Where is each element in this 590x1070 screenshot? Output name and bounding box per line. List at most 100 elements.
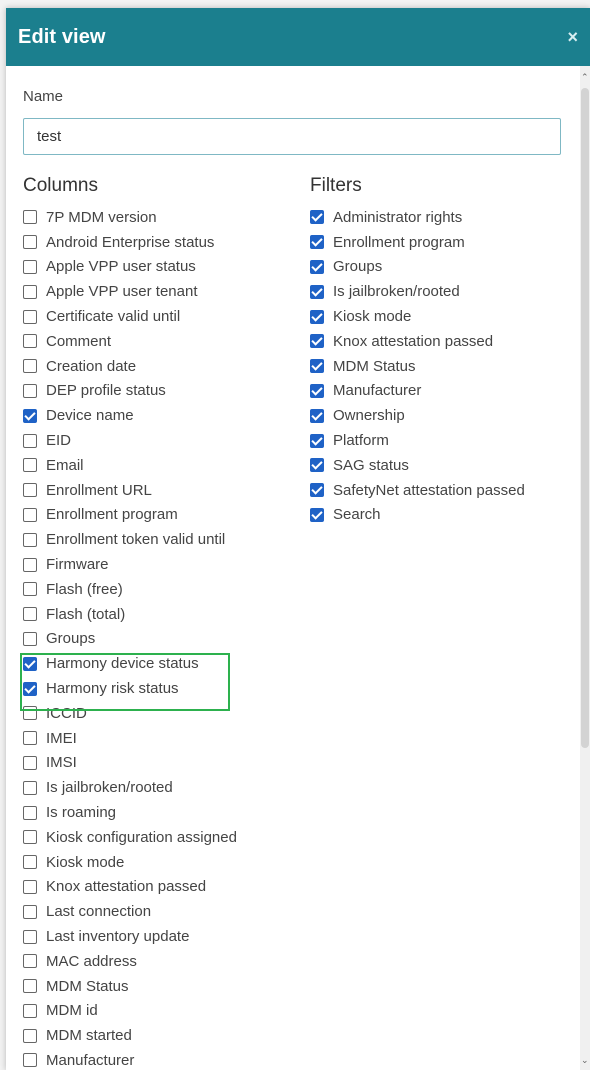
checkbox-unchecked-icon[interactable] [23,210,37,225]
checkbox-unchecked-icon[interactable] [23,582,37,597]
column-item[interactable]: Enrollment URL [23,478,310,503]
column-item[interactable]: EID [23,428,310,453]
checkbox-unchecked-icon[interactable] [23,780,37,795]
scroll-thumb[interactable] [581,88,589,748]
checkbox-checked-icon[interactable] [310,507,324,522]
checkbox-unchecked-icon[interactable] [23,855,37,870]
column-item[interactable]: MDM Status [23,974,310,999]
column-item[interactable]: Kiosk mode [23,850,310,875]
checkbox-unchecked-icon[interactable] [23,383,37,398]
filter-item[interactable]: Administrator rights [310,205,580,230]
checkbox-unchecked-icon[interactable] [23,235,37,250]
scroll-down-icon[interactable]: ⌄ [581,1055,589,1066]
checkbox-checked-icon[interactable] [310,483,324,498]
scroll-up-icon[interactable]: ⌃ [581,72,589,83]
column-item[interactable]: Email [23,453,310,478]
checkbox-checked-icon[interactable] [310,210,324,225]
column-item[interactable]: Last connection [23,899,310,924]
column-item[interactable]: Last inventory update [23,924,310,949]
checkbox-unchecked-icon[interactable] [23,631,37,646]
checkbox-unchecked-icon[interactable] [23,458,37,473]
column-item[interactable]: MAC address [23,949,310,974]
checkbox-unchecked-icon[interactable] [23,284,37,299]
checkbox-checked-icon[interactable] [310,433,324,448]
column-item[interactable]: IMEI [23,726,310,751]
column-item[interactable]: Apple VPP user tenant [23,279,310,304]
column-item[interactable]: Is jailbroken/rooted [23,775,310,800]
column-item[interactable]: Certificate valid until [23,304,310,329]
filter-item[interactable]: Kiosk mode [310,304,580,329]
column-item[interactable]: Knox attestation passed [23,875,310,900]
checkbox-unchecked-icon[interactable] [23,731,37,746]
checkbox-unchecked-icon[interactable] [23,805,37,820]
column-item[interactable]: MDM started [23,1023,310,1048]
checkbox-checked-icon[interactable] [310,458,324,473]
checkbox-unchecked-icon[interactable] [23,954,37,969]
column-item[interactable]: Enrollment program [23,503,310,528]
checkbox-unchecked-icon[interactable] [23,607,37,622]
filter-item[interactable]: Search [310,503,580,528]
filter-item[interactable]: Enrollment program [310,230,580,255]
checkbox-unchecked-icon[interactable] [23,904,37,919]
filter-item[interactable]: Ownership [310,403,580,428]
column-item-label: Kiosk mode [46,853,125,871]
checkbox-checked-icon[interactable] [310,359,324,374]
column-item[interactable]: Flash (free) [23,577,310,602]
column-item[interactable]: Android Enterprise status [23,230,310,255]
checkbox-checked-icon[interactable] [310,383,324,398]
checkbox-unchecked-icon[interactable] [23,1053,37,1068]
column-item[interactable]: Comment [23,329,310,354]
checkbox-unchecked-icon[interactable] [23,1028,37,1043]
scrollbar[interactable]: ⌃ ⌄ [580,66,590,1070]
column-item[interactable]: Enrollment token valid until [23,527,310,552]
close-icon[interactable]: × [567,27,578,48]
filter-item[interactable]: Knox attestation passed [310,329,580,354]
column-item[interactable]: Creation date [23,354,310,379]
checkbox-unchecked-icon[interactable] [23,1003,37,1018]
checkbox-unchecked-icon[interactable] [23,929,37,944]
checkbox-checked-icon[interactable] [310,309,324,324]
checkbox-unchecked-icon[interactable] [23,259,37,274]
filter-item[interactable]: Platform [310,428,580,453]
filter-item[interactable]: Groups [310,255,580,280]
column-item[interactable]: Firmware [23,552,310,577]
name-input[interactable] [23,118,561,155]
filter-item[interactable]: Manufacturer [310,379,580,404]
column-item[interactable]: MDM id [23,999,310,1024]
checkbox-unchecked-icon[interactable] [23,557,37,572]
column-item[interactable]: DEP profile status [23,379,310,404]
checkbox-unchecked-icon[interactable] [23,532,37,547]
columns-title: Columns [23,175,98,196]
checkbox-unchecked-icon[interactable] [23,359,37,374]
checkbox-unchecked-icon[interactable] [23,879,37,894]
checkbox-checked-icon[interactable] [310,284,324,299]
checkbox-unchecked-icon[interactable] [23,309,37,324]
column-item[interactable]: Flash (total) [23,602,310,627]
checkbox-unchecked-icon[interactable] [23,507,37,522]
checkbox-unchecked-icon[interactable] [23,979,37,994]
column-item-label: MDM id [46,1002,98,1020]
checkbox-checked-icon[interactable] [310,408,324,423]
checkbox-unchecked-icon[interactable] [23,830,37,845]
checkbox-checked-icon[interactable] [23,408,37,423]
options-area: Columns 7P MDM version Android Enterprise… [23,175,590,1070]
checkbox-unchecked-icon[interactable] [23,334,37,349]
column-item[interactable]: Is roaming [23,800,310,825]
column-item[interactable]: Groups [23,627,310,652]
column-item[interactable]: Manufacturer [23,1048,310,1070]
column-item[interactable]: IMSI [23,751,310,776]
checkbox-checked-icon[interactable] [310,334,324,349]
column-item[interactable]: 7P MDM version [23,205,310,230]
filter-item[interactable]: SAG status [310,453,580,478]
checkbox-checked-icon[interactable] [310,235,324,250]
checkbox-unchecked-icon[interactable] [23,433,37,448]
checkbox-unchecked-icon[interactable] [23,755,37,770]
column-item[interactable]: Kiosk configuration assigned [23,825,310,850]
filter-item[interactable]: MDM Status [310,354,580,379]
column-item[interactable]: Apple VPP user status [23,255,310,280]
checkbox-unchecked-icon[interactable] [23,483,37,498]
column-item[interactable]: Device name [23,403,310,428]
filter-item[interactable]: Is jailbroken/rooted [310,279,580,304]
filter-item[interactable]: SafetyNet attestation passed [310,478,580,503]
checkbox-checked-icon[interactable] [310,259,324,274]
